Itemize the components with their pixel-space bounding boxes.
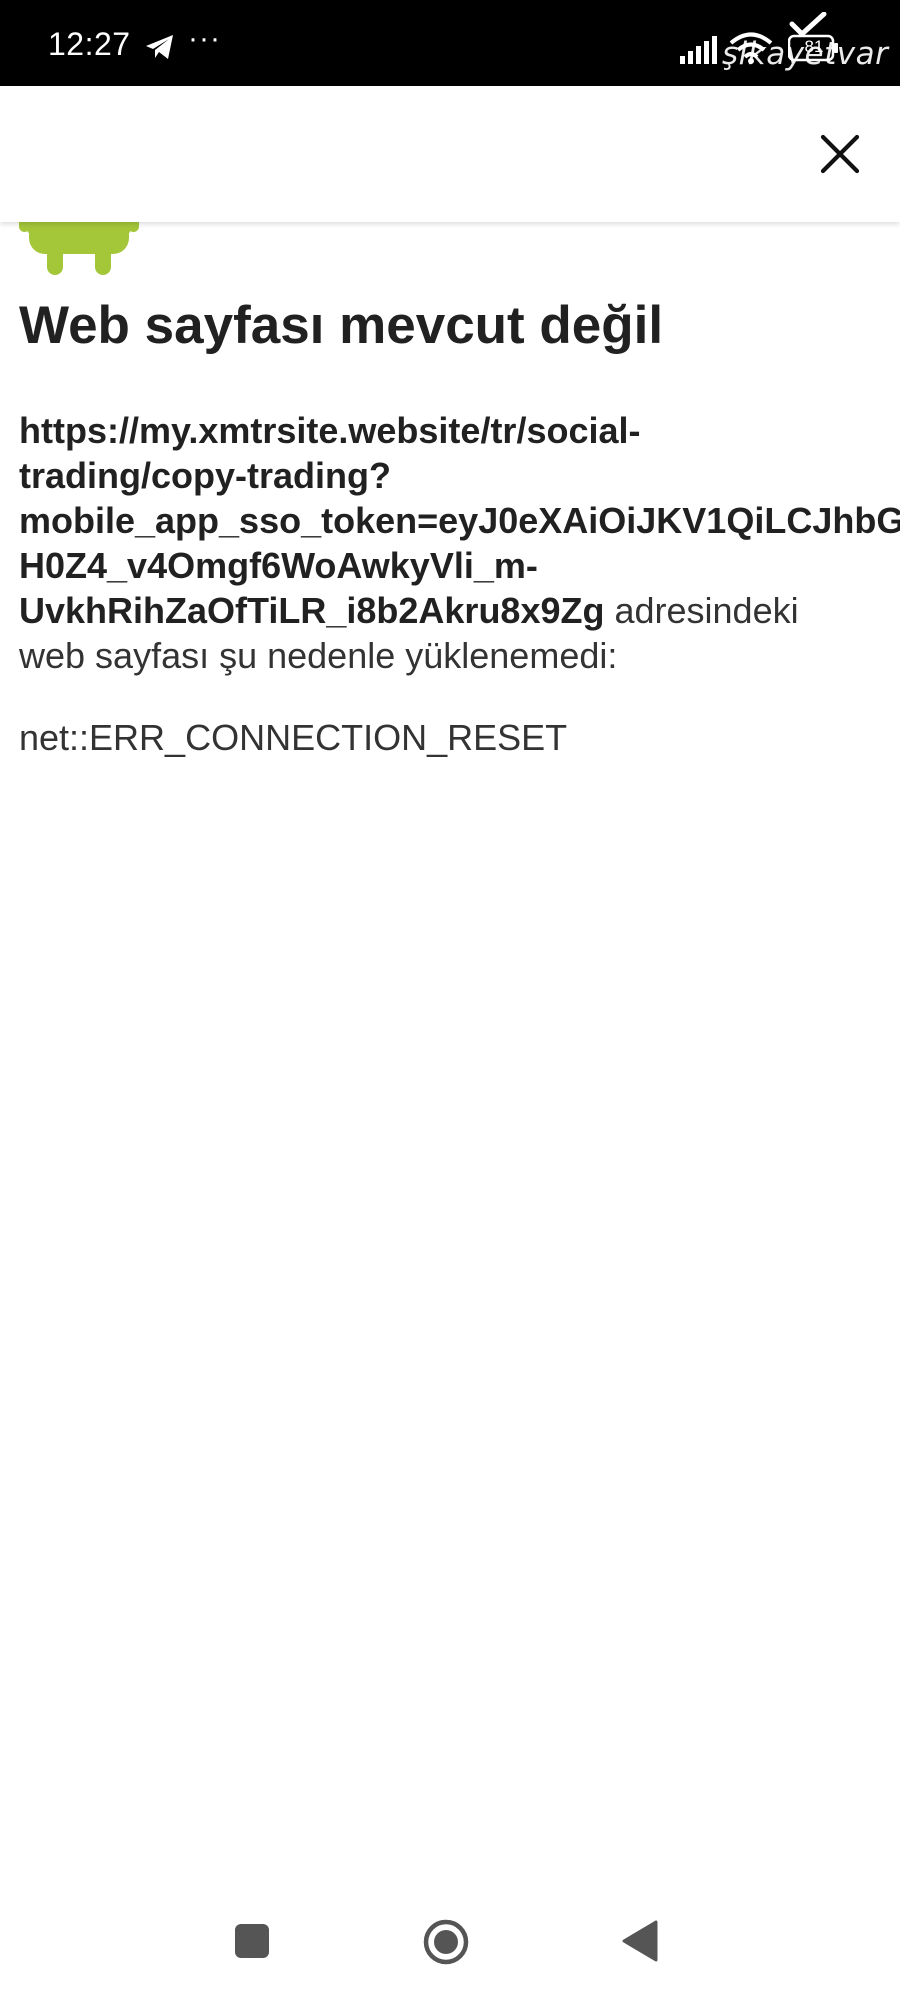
error-page: Web sayfası mevcut değil https://my.xmtr… [0, 222, 900, 1862]
error-code: net::ERR_CONNECTION_RESET [19, 717, 568, 758]
close-button[interactable] [794, 108, 886, 200]
webview-toolbar [0, 86, 900, 222]
watermark: şikayetvar [722, 12, 892, 78]
failed-url-line: trading/copy-trading? [19, 455, 391, 496]
failed-url-last-line: UvkhRihZaOfTiLR_i8b2Akru8x9Zg adresindek… [19, 588, 900, 633]
home-icon[interactable] [422, 1918, 470, 1966]
recents-icon[interactable] [232, 1921, 272, 1961]
close-icon [820, 134, 860, 174]
status-time: 12:27 [48, 26, 131, 62]
signal-icon [680, 36, 717, 64]
failed-url-line: UvkhRihZaOfTiLR_i8b2Akru8x9Zg [19, 590, 605, 631]
back-icon[interactable] [620, 1920, 660, 1962]
failed-url-line: mobile_app_sso_token=eyJ0eXAiOiJKV1QiLCJ… [19, 500, 900, 541]
error-title: Web sayfası mevcut değil [19, 296, 664, 355]
more-notifications-icon: ··· [188, 22, 221, 55]
error-message-reason: web sayfası şu nedenle yüklenemedi: [19, 635, 618, 676]
error-message-suffix: adresindeki [604, 590, 799, 631]
watermark-text: şikayetvar [722, 36, 889, 72]
telegram-icon [146, 35, 173, 59]
screen: 12:27 ··· 81 şikayetvar Web sayfası mevc… [0, 0, 900, 2000]
navigation-bar [0, 1880, 900, 2000]
error-message: https://my.xmtrsite.website/tr/social- t… [19, 408, 900, 678]
failed-url-line: H0Z4_v4Omgf6WoAwkyVli_m- [19, 545, 538, 586]
status-bar: 12:27 ··· 81 şikayetvar [0, 0, 900, 86]
android-robot-icon [19, 222, 139, 275]
failed-url-line: https://my.xmtrsite.website/tr/social- [19, 410, 641, 451]
